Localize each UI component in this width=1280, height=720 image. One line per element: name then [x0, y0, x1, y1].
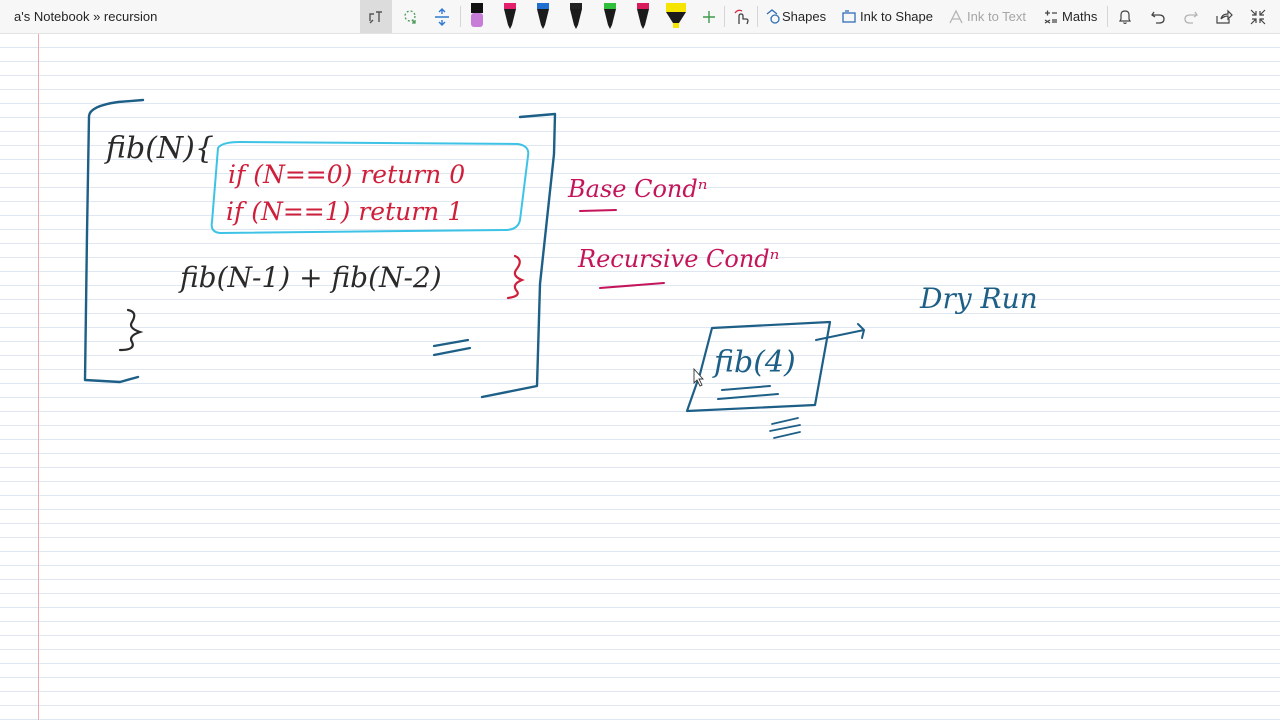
redo-icon — [1184, 11, 1198, 24]
fullscreen-exit-button[interactable] — [1246, 0, 1270, 33]
black-pen-icon — [471, 2, 483, 27]
undo-button[interactable] — [1146, 0, 1170, 33]
ink-to-text-icon-wrap — [947, 0, 965, 33]
share-icon — [1216, 9, 1233, 24]
pen-3[interactable] — [529, 0, 557, 33]
maths-button[interactable]: Maths — [1062, 9, 1097, 24]
notifications-button[interactable] — [1113, 0, 1137, 33]
lasso-icon — [404, 9, 416, 24]
ink-to-text-icon — [949, 9, 963, 23]
plus-icon — [703, 10, 715, 23]
pen-4[interactable] — [562, 0, 590, 33]
bell-icon — [1119, 9, 1131, 24]
fn-close-brace-stroke — [118, 308, 144, 352]
undo-icon — [1151, 11, 1165, 24]
ribbon-toolbar: a's Notebook » recursion Shapes Ink to S… — [0, 0, 1280, 34]
blue-pen-icon — [537, 2, 549, 29]
base-condition-label: Base Condⁿ — [567, 175, 707, 203]
touch-draw-icon — [734, 9, 749, 24]
ink-to-shape-icon — [842, 9, 856, 23]
emphasis-marks-1 — [432, 338, 472, 357]
collapse-icon — [1250, 9, 1266, 24]
pink-pen-icon — [504, 2, 516, 29]
touch-drawing-button[interactable] — [729, 0, 753, 33]
emphasis-marks-2 — [769, 417, 801, 439]
base-line-2-text: if (N==1) return 1 — [226, 197, 463, 226]
pen-6[interactable] — [629, 0, 657, 33]
share-button[interactable] — [1212, 0, 1236, 33]
ink-canvas[interactable]: fib(N){ if (N==0) return 0 if (N==1) ret… — [0, 34, 1280, 720]
ink-to-shape-icon-wrap[interactable] — [840, 0, 858, 33]
breadcrumb[interactable]: a's Notebook » recursion — [14, 9, 157, 24]
ink-to-text-button: Ink to Text — [967, 9, 1027, 24]
recursive-condition-label: Recursive Condⁿ — [577, 245, 779, 273]
maths-icon — [1044, 10, 1057, 24]
recursive-underline — [599, 282, 665, 289]
yellow-highlighter-icon — [666, 2, 686, 28]
fib4-underline — [717, 385, 779, 400]
add-space-button[interactable] — [428, 0, 456, 33]
lasso-select-button[interactable] — [360, 0, 392, 33]
fn-header-text: fib(N){ — [104, 131, 214, 166]
note-page[interactable]: fib(N){ if (N==0) return 0 if (N==1) ret… — [0, 34, 1280, 720]
right-bracket-stroke — [480, 112, 557, 399]
base-underline — [579, 209, 617, 212]
shapes-button[interactable]: Shapes — [782, 9, 826, 24]
dark-pen-icon — [570, 2, 582, 29]
shapes-icon-wrap[interactable] — [764, 0, 782, 33]
maths-icon-wrap[interactable] — [1042, 0, 1060, 33]
fib4-text: fib(4) — [712, 345, 796, 380]
lasso-button[interactable] — [396, 0, 424, 33]
shapes-icon — [766, 9, 780, 24]
highlighter[interactable] — [660, 0, 692, 33]
add-pen-button[interactable] — [697, 0, 721, 33]
add-space-icon — [435, 7, 449, 26]
lasso-select-icon — [369, 10, 382, 23]
dry-run-label: Dry Run — [919, 282, 1038, 315]
pen-5[interactable] — [596, 0, 624, 33]
ink-to-shape-button[interactable]: Ink to Shape — [860, 9, 933, 24]
base-line-1-text: if (N==0) return 0 — [228, 160, 465, 189]
pen-1[interactable] — [464, 0, 490, 33]
recursive-call-text: fib(N-1) + fib(N-2) — [178, 261, 442, 294]
recursive-brace-stroke — [506, 254, 525, 300]
pen-2[interactable] — [496, 0, 524, 33]
redo-button[interactable] — [1179, 0, 1203, 33]
green-pen-icon — [604, 2, 616, 29]
magenta-pen-icon — [637, 2, 649, 29]
fib4-arrow — [815, 323, 865, 341]
